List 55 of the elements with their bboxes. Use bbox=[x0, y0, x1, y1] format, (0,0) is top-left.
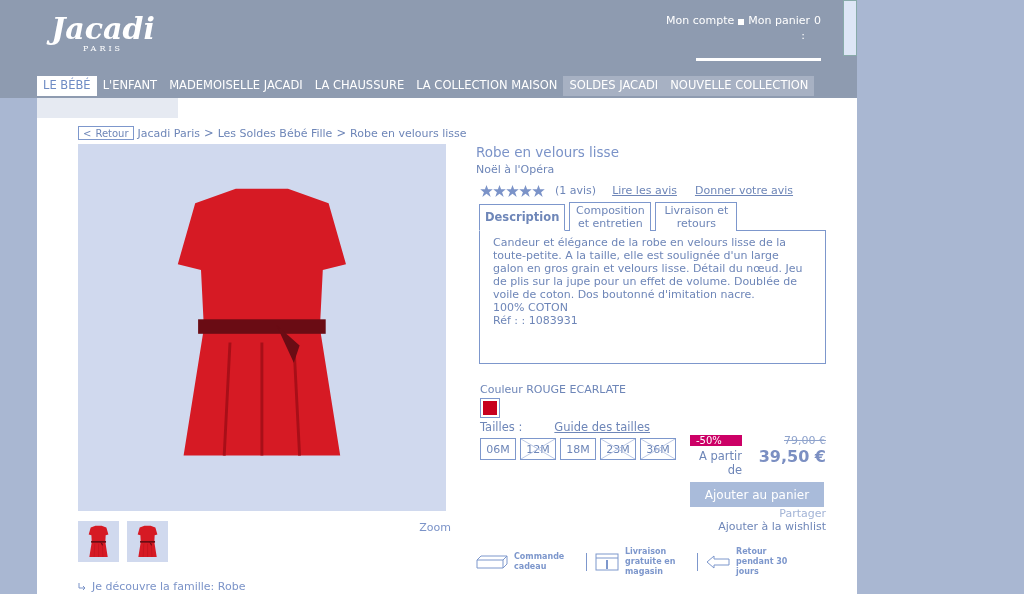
add-to-cart-button[interactable]: Ajouter au panier bbox=[690, 482, 824, 507]
nav-tab[interactable]: NOUVELLE COLLECTION bbox=[664, 76, 815, 96]
nav-tab[interactable]: L'ENFANT bbox=[96, 76, 164, 96]
breadcrumb-separator: > bbox=[336, 126, 346, 140]
old-price: 79,00 € bbox=[784, 434, 826, 447]
box-icon bbox=[476, 555, 508, 569]
give-review-link[interactable]: Donner votre avis bbox=[694, 184, 794, 197]
nav-tab[interactable]: LE BÉBÉ bbox=[37, 76, 97, 96]
info-tab[interactable]: Livraison et retours bbox=[655, 202, 738, 231]
review-count: (1 avis) bbox=[555, 184, 597, 197]
family-link[interactable]: Je découvre la famille: Robe bbox=[78, 580, 451, 593]
dress-drawing bbox=[136, 524, 159, 559]
arrow-left-icon bbox=[706, 555, 730, 569]
nav-tab[interactable]: SOLDES JACADI bbox=[563, 76, 665, 96]
info-tab[interactable]: Description bbox=[479, 204, 566, 231]
info-tab[interactable]: Composition et entretien bbox=[569, 202, 652, 231]
nav-tab[interactable]: LA COLLECTION MAISON bbox=[410, 76, 564, 96]
discount-badge: -50% bbox=[690, 435, 742, 446]
cart-link[interactable]: Mon panier bbox=[748, 14, 810, 27]
product-title: Robe en velours lisse bbox=[476, 144, 620, 160]
thumbnail[interactable] bbox=[127, 521, 168, 562]
service-label: Commande cadeau bbox=[514, 552, 566, 572]
breadcrumb-link[interactable]: Robe en velours lisse bbox=[350, 126, 467, 140]
reference: Réf : : 1083931 bbox=[493, 314, 579, 327]
thumbnail[interactable] bbox=[78, 521, 119, 562]
zoom-link[interactable]: Zoom bbox=[419, 521, 451, 534]
service-label: Livraison gratuite en magasin bbox=[625, 547, 677, 577]
share-link[interactable]: Partager bbox=[779, 507, 826, 520]
bag-icon bbox=[738, 16, 745, 25]
account-link[interactable]: Mon compte bbox=[666, 14, 735, 27]
cart-separator: : bbox=[801, 29, 805, 42]
read-reviews-link[interactable]: Lire les avis bbox=[612, 184, 677, 197]
cabinet-icon bbox=[595, 553, 619, 571]
breadcrumb-separator: > bbox=[204, 126, 214, 140]
breadcrumb-link[interactable]: Les Soldes Bébé Fille bbox=[217, 126, 333, 140]
size-guide-link[interactable]: Guide des tailles bbox=[554, 420, 650, 434]
nav-tab[interactable]: LA CHAUSSURE bbox=[308, 76, 411, 96]
size-option[interactable]: 06M bbox=[480, 438, 516, 460]
dress-drawing bbox=[87, 524, 110, 559]
scrollbar[interactable] bbox=[843, 0, 857, 56]
color-label: Couleur ROUGE ECARLATE bbox=[480, 383, 628, 396]
back-button[interactable]: < Retour bbox=[78, 126, 134, 140]
current-price: 39,50 € bbox=[758, 447, 826, 466]
size-option[interactable]: 18M bbox=[560, 438, 596, 460]
composition: 100% COTON bbox=[493, 301, 569, 314]
nav-tab[interactable]: MADEMOISELLE JACADI bbox=[163, 76, 309, 96]
price-prefix: A partir de bbox=[697, 449, 742, 477]
description-text: Candeur et élégance de la robe en velours lisse de la toute-petite. A la taille, elle est soulignée d'un large galon en gros grain et velours lisse. Détail du nœud. Jeu de plis sur la jupe pour un effet de volume. Doublée de voile de coton. Dos boutonné d'imitation nacre. bbox=[493, 236, 804, 301]
sizes-label: Tailles : bbox=[480, 420, 523, 434]
service-label: Retour pendant 30 jours bbox=[736, 547, 789, 577]
cart-count: 0 bbox=[814, 14, 821, 27]
breadcrumb-link[interactable]: Jacadi Paris bbox=[137, 126, 201, 140]
wishlist-link[interactable]: Ajouter à la wishlist bbox=[686, 520, 826, 533]
arrow-icon bbox=[78, 582, 86, 591]
collection-name: Noël à l'Opéra bbox=[476, 163, 556, 176]
